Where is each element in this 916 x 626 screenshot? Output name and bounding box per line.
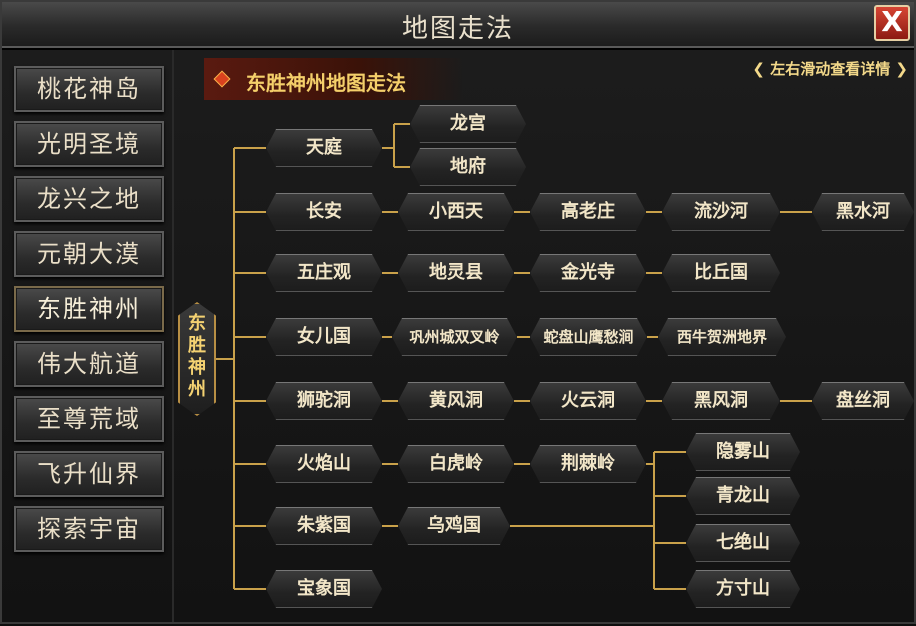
node-shituodong: 狮驼洞	[266, 382, 382, 420]
node-baihuling: 白虎岭	[398, 445, 514, 483]
node-fangcunshan: 方寸山	[686, 570, 800, 608]
node-longgong: 龙宫	[410, 105, 526, 143]
node-huoyanshan: 火焰山	[266, 445, 382, 483]
node-yinwushan: 隐雾山	[686, 433, 800, 471]
node-shepan: 蛇盘山鹰愁涧	[530, 318, 647, 356]
map-route-window: 地图走法 X 桃花神岛 光明圣境 龙兴之地 元朝大漠 东胜神州 伟大航道 至尊荒…	[0, 0, 916, 624]
node-difu: 地府	[410, 148, 526, 186]
node-xiniu: 西牛贺洲地界	[658, 318, 786, 356]
node-wuzhuangguan: 五庄观	[266, 254, 382, 292]
node-jinguangsi: 金光寺	[530, 254, 646, 292]
node-zhuziguo: 朱紫国	[266, 507, 382, 545]
node-wujiguo: 乌鸡国	[398, 507, 510, 545]
node-heifengdong: 黑风洞	[662, 382, 780, 420]
node-jingjiling: 荆棘岭	[530, 445, 646, 483]
node-gaolaozhuang: 高老庄	[530, 193, 646, 231]
node-qijueshan: 七绝山	[686, 524, 800, 562]
node-huangfengdong: 黄风洞	[398, 382, 514, 420]
root-node-label: 东胜神州	[188, 313, 206, 400]
node-dilingxian: 地灵县	[398, 254, 514, 292]
node-nverguo: 女儿国	[266, 318, 382, 356]
node-xiaoxitian: 小西天	[398, 193, 514, 231]
node-qinglongshan: 青龙山	[686, 477, 800, 515]
node-baoxiangguo: 宝象国	[266, 570, 382, 608]
node-gongzhou: 巩州城双叉岭	[392, 318, 517, 356]
node-huoyundong: 火云洞	[530, 382, 646, 420]
node-biqiuguo: 比丘国	[662, 254, 780, 292]
node-changan: 长安	[266, 193, 382, 231]
node-tianting: 天庭	[266, 129, 382, 167]
node-pansidong: 盘丝洞	[812, 382, 914, 420]
node-liushahe: 流沙河	[662, 193, 780, 231]
node-heishuihe: 黑水河	[812, 193, 914, 231]
